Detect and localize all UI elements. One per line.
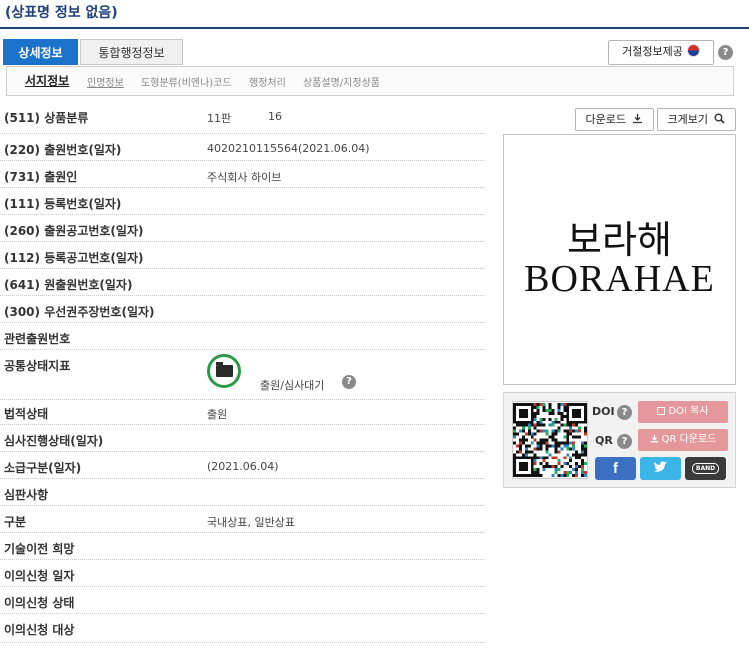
table-row: (641) 원출원번호(일자): [0, 269, 485, 296]
row-label: 공통상태지표: [4, 359, 71, 373]
refusal-info-label: 거절정보제공: [622, 45, 683, 58]
doi-copy-label: DOI 복사: [668, 406, 709, 417]
row-value: 출원/심사대기: [260, 379, 325, 392]
table-row: (111) 등록번호(일자): [0, 188, 485, 215]
qr-label: QR: [595, 434, 613, 447]
row-label: (511) 상품분류: [4, 111, 89, 125]
qr-code-image: [512, 401, 588, 479]
trademark-english-text: BORAHAE: [524, 258, 715, 300]
trademark-image[interactable]: 보라해 BORAHAE: [503, 134, 736, 385]
table-row: (511) 상품분류 11판 16: [0, 101, 485, 134]
row-value: (2021.06.04): [207, 460, 279, 473]
twitter-icon: [653, 461, 667, 472]
table-row: (220) 출원번호(일자) 4020210115564(2021.06.04): [0, 134, 485, 161]
page-title: (상표명 정보 없음): [5, 5, 118, 21]
row-label: 법적상태: [4, 407, 49, 421]
row-label: (220) 출원번호(일자): [4, 143, 122, 157]
facebook-share-button[interactable]: f: [595, 457, 636, 480]
row-label: 구분: [4, 515, 27, 529]
row-value-extra: 16: [268, 110, 282, 123]
row-label: (641) 원출원번호(일자): [4, 278, 133, 292]
magnifier-icon: [714, 113, 726, 124]
doi-copy-button[interactable]: DOI 복사: [638, 401, 728, 423]
table-row: 소급구분(일자) (2021.06.04): [0, 452, 485, 479]
table-row: 관련출원번호: [0, 323, 485, 350]
row-label: (112) 등록공고번호(일자): [4, 251, 144, 265]
table-row: 심판사항: [0, 479, 485, 506]
row-label: 이의신청 상태: [4, 596, 75, 610]
band-share-button[interactable]: BAND: [685, 457, 726, 480]
facebook-icon: f: [613, 460, 618, 477]
sub-tabs: 서지정보 인명정보 도형분류(비엔나)코드 행정처리 상품설명/지정상품: [6, 66, 734, 96]
row-value: 4020210115564(2021.06.04): [207, 142, 370, 155]
share-panel: DOI ? DOI 복사 QR ? QR 다운로드 f BAND: [503, 392, 736, 488]
help-icon[interactable]: ?: [617, 405, 632, 420]
twitter-share-button[interactable]: [640, 457, 681, 480]
doi-label: DOI: [592, 405, 615, 418]
row-label: (731) 출원인: [4, 170, 78, 184]
table-row: (300) 우선권주장번호(일자): [0, 296, 485, 323]
table-row: (731) 출원인 주식회사 하이브: [0, 161, 485, 188]
subtab-goods-description[interactable]: 상품설명/지정상품: [303, 74, 380, 89]
table-row: 공통상태지표 출원/심사대기 ?: [0, 350, 485, 400]
table-row: 이의신청 상태: [0, 587, 485, 614]
table-row: 이의신청 대상: [0, 614, 485, 643]
tab-detail-info[interactable]: 상세정보: [3, 39, 78, 65]
row-value: 국내상표, 일반상표: [207, 516, 295, 529]
table-row: 구분 국내상표, 일반상표: [0, 506, 485, 533]
row-label: (300) 우선권주장번호(일자): [4, 305, 155, 319]
subtab-bibliographic[interactable]: 서지정보: [25, 72, 69, 89]
help-icon[interactable]: ?: [718, 45, 733, 60]
download-label: 다운로드: [585, 113, 626, 126]
row-label: 관련출원번호: [4, 332, 71, 346]
subtab-admin-process[interactable]: 행정처리: [249, 74, 286, 89]
refusal-info-button[interactable]: 거절정보제공: [608, 40, 714, 65]
help-icon[interactable]: ?: [342, 375, 356, 389]
table-row: (112) 등록공고번호(일자): [0, 242, 485, 269]
qr-download-label: QR 다운로드: [661, 434, 717, 445]
row-value: 출원: [207, 408, 228, 421]
download-button[interactable]: 다운로드: [575, 108, 654, 131]
help-icon[interactable]: ?: [617, 434, 632, 449]
row-label: 이의신청 일자: [4, 569, 75, 583]
download-icon: [633, 114, 643, 124]
table-row: 기술이전 희망: [0, 533, 485, 560]
folder-icon: [207, 354, 241, 388]
table-row: 심사진행상태(일자): [0, 425, 485, 452]
row-label: (260) 출원공고번호(일자): [4, 224, 144, 238]
subtab-vienna-code[interactable]: 도형분류(비엔나)코드: [141, 74, 232, 89]
row-label: 소급구분(일자): [4, 461, 82, 475]
trademark-korean-text: 보라해: [567, 218, 672, 262]
zoom-label: 크게보기: [667, 113, 708, 126]
row-label: 심사진행상태(일자): [4, 434, 104, 448]
table-row: 법적상태 출원: [0, 400, 485, 425]
row-label: 기술이전 희망: [4, 542, 75, 556]
download-icon: [650, 434, 658, 443]
link-icon: [657, 407, 666, 415]
row-label: (111) 등록번호(일자): [4, 197, 122, 211]
qr-download-button[interactable]: QR 다운로드: [638, 429, 728, 451]
korea-flag-icon: [686, 44, 700, 57]
band-icon: BAND: [691, 463, 720, 474]
title-bar: (상표명 정보 없음): [0, 0, 749, 29]
table-row: 이의신청 일자: [0, 560, 485, 587]
row-value: 11판: [207, 112, 232, 125]
row-value: 주식회사 하이브: [207, 171, 282, 184]
qr-code-graphic: [513, 403, 587, 477]
tab-integrated-admin-info[interactable]: 통합행정정보: [80, 39, 183, 65]
row-label: 이의신청 대상: [4, 623, 75, 637]
row-label: 심판사항: [4, 488, 49, 502]
subtab-person-info[interactable]: 인명정보: [87, 74, 124, 89]
zoom-button[interactable]: 크게보기: [657, 108, 736, 131]
table-row: (260) 출원공고번호(일자): [0, 215, 485, 242]
